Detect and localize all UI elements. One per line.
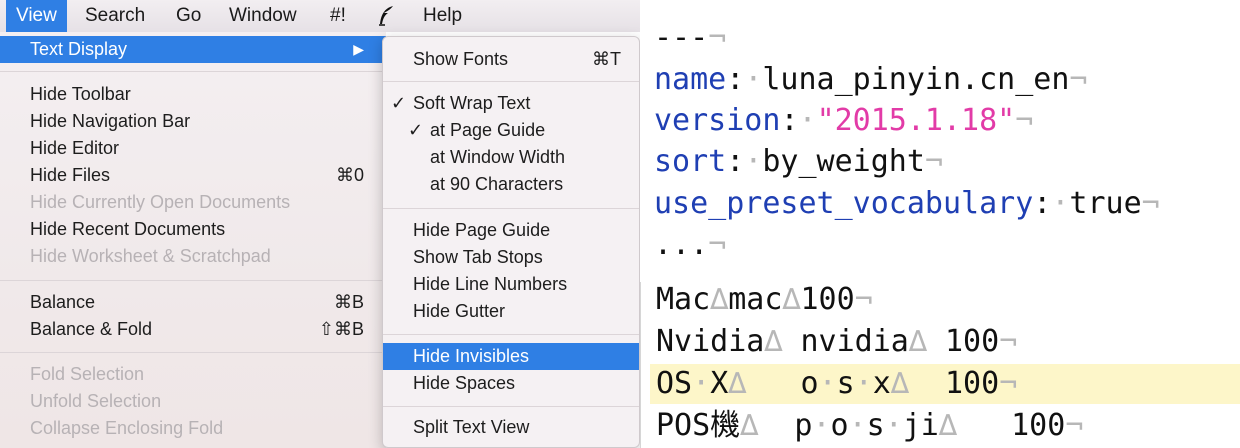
checkmark-icon: ✓ (408, 120, 424, 140)
menu-item-label: Show Fonts (413, 49, 509, 69)
editor-line[interactable]: Nvidia∆ nvidia∆ 100¬ (656, 322, 1017, 362)
menu-item-label: Balance & Fold (30, 319, 153, 339)
menu-item-label: Balance (30, 292, 96, 312)
menu-item-hide-open-documents: Hide Currently Open Documents (30, 192, 291, 212)
editor-line[interactable]: name:·luna_pinyin.cn_en¬ (654, 60, 1087, 100)
editor-line[interactable]: sort:·by_weight¬ (654, 142, 943, 182)
editor-line[interactable]: POS機∆ p·o·s·ji∆ 100¬ (656, 406, 1083, 446)
eol-marker: ¬ (708, 20, 727, 55)
feather-quill-icon[interactable] (375, 4, 397, 28)
menu-item-label: Hide Files (30, 165, 111, 185)
separator (383, 81, 639, 82)
menu-shebang[interactable]: #! (320, 0, 356, 32)
shortcut: ⌘0 (335, 165, 364, 185)
menu-item-text-display[interactable]: Text Display ▶ (0, 36, 386, 63)
menu-item-hide-files[interactable]: Hide Files ⌘0 (0, 162, 386, 189)
menu-item-label: Soft Wrap Text (413, 93, 531, 113)
separator (383, 208, 639, 209)
menu-item-split-text-view[interactable]: Split Text View (383, 414, 639, 441)
menu-item-hide-worksheet: Hide Worksheet & Scratchpad (30, 246, 271, 266)
editor-line-current[interactable]: OS·X∆ o·s·x∆ 100¬ (656, 364, 1017, 404)
menu-item-hide-editor[interactable]: Hide Editor (0, 135, 386, 162)
menu-item-hide-spaces[interactable]: Hide Spaces (383, 370, 639, 397)
menu-item-at-90-characters[interactable]: at 90 Characters (383, 171, 639, 198)
menu-search[interactable]: Search (75, 0, 155, 32)
menu-item-hide-page-guide[interactable]: Hide Page Guide (383, 217, 639, 244)
menu-view[interactable]: View (6, 0, 67, 32)
shortcut: ⇧⌘B (318, 319, 364, 339)
menu-item-at-page-guide[interactable]: ✓ at Page Guide (383, 117, 639, 144)
editor-line[interactable]: ...¬ (654, 225, 726, 265)
menu-window[interactable]: Window (219, 0, 307, 32)
separator (383, 406, 639, 407)
separator (0, 71, 386, 72)
separator (383, 334, 639, 335)
text-display-submenu: Show Fonts ⌘T ✓ Soft Wrap Text ✓ at Page… (382, 36, 640, 448)
menu-item-balance-fold[interactable]: Balance & Fold ⇧⌘B (0, 316, 386, 343)
menu-go[interactable]: Go (166, 0, 211, 32)
menu-item-fold-selection: Fold Selection (30, 364, 145, 384)
gutter-divider (640, 282, 641, 448)
menu-help[interactable]: Help (413, 0, 472, 32)
menu-item-show-tab-stops[interactable]: Show Tab Stops (383, 244, 639, 271)
shortcut: ⌘B (333, 292, 364, 312)
separator (0, 352, 386, 353)
menu-item-label: at Page Guide (430, 120, 546, 140)
menu-item-hide-line-numbers[interactable]: Hide Line Numbers (383, 271, 639, 298)
menu-item-hide-navigation-bar[interactable]: Hide Navigation Bar (0, 108, 386, 135)
separator (0, 280, 386, 281)
editor-line[interactable]: version:·"2015.1.18"¬ (654, 101, 1033, 141)
menu-item-hide-toolbar[interactable]: Hide Toolbar (0, 81, 386, 108)
menu-item-hide-gutter[interactable]: Hide Gutter (383, 298, 639, 325)
editor-line[interactable]: Mac∆mac∆100¬ (656, 280, 873, 320)
menu-item-balance[interactable]: Balance ⌘B (0, 289, 386, 316)
submenu-arrow-icon: ▶ (353, 41, 364, 57)
menu-bar: View Search Go Window #! Help (0, 0, 640, 32)
menu-item-hide-invisibles[interactable]: Hide Invisibles (383, 343, 639, 370)
menu-item-at-window-width[interactable]: at Window Width (383, 144, 639, 171)
editor-line[interactable]: use_preset_vocabulary:·true¬ (654, 184, 1160, 224)
menu-item-label: Text Display (30, 39, 128, 59)
menu-item-hide-recent-documents[interactable]: Hide Recent Documents (0, 216, 386, 243)
view-menu: Text Display ▶ Hide Toolbar Hide Navigat… (0, 32, 386, 448)
menu-item-unfold-selection: Unfold Selection (30, 391, 162, 411)
menu-item-collapse-enclosing-fold: Collapse Enclosing Fold (30, 418, 224, 438)
editor-line[interactable]: ---¬ (654, 18, 726, 58)
menu-item-show-fonts[interactable]: Show Fonts ⌘T (383, 46, 639, 73)
checkmark-icon: ✓ (391, 93, 407, 113)
shortcut: ⌘T (592, 49, 621, 69)
menu-item-soft-wrap-text[interactable]: ✓ Soft Wrap Text (383, 90, 639, 117)
